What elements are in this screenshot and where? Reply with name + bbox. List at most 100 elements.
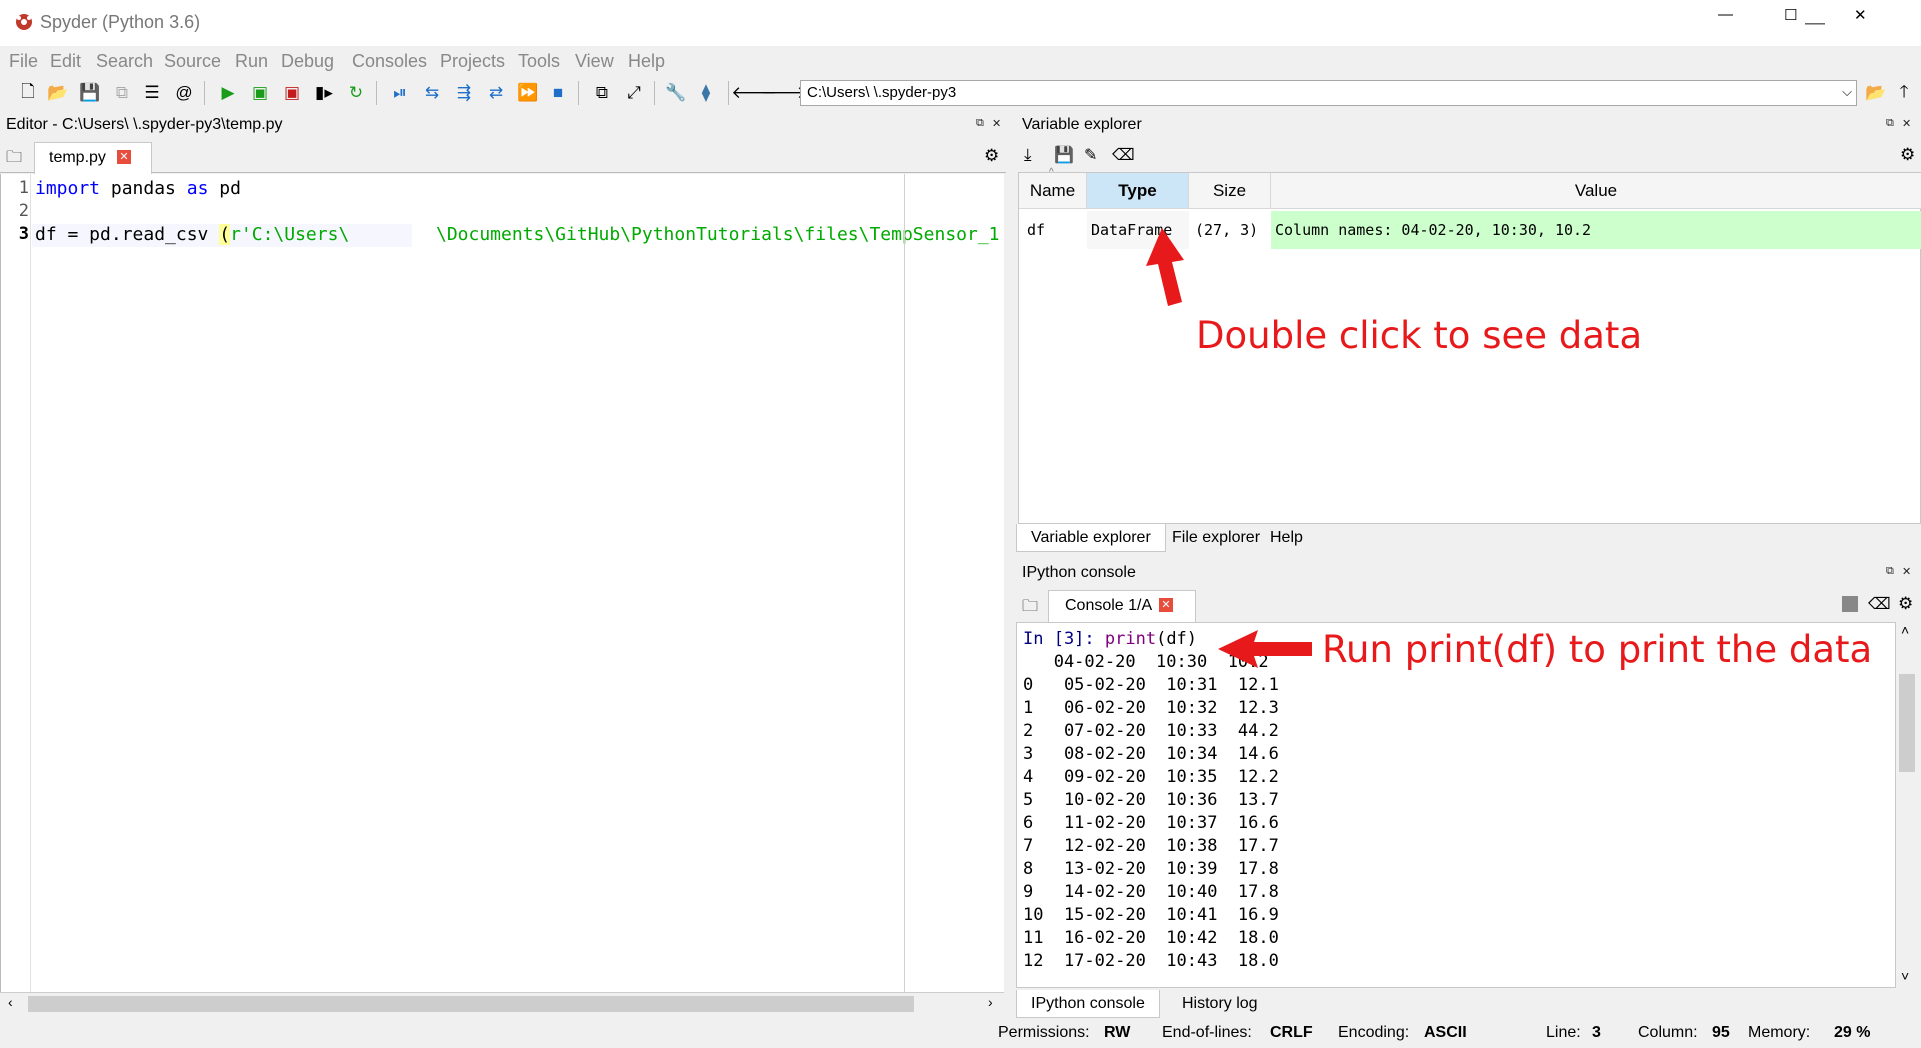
scroll-thumb[interactable]: [1899, 674, 1915, 772]
console-vertical-scrollbar[interactable]: ˄ ˅: [1896, 622, 1918, 988]
tab-ipython-console[interactable]: IPython console: [1016, 990, 1160, 1018]
new-file-icon[interactable]: 🗋: [16, 81, 40, 105]
title-bar: Spyder (Python 3.6) —: [0, 0, 1921, 46]
preferences-icon[interactable]: 🔧: [664, 81, 688, 105]
console-output-line: 3 08-02-20 10:34 14.6: [1023, 744, 1279, 764]
scroll-up-icon[interactable]: ˄: [1901, 622, 1909, 638]
console-output[interactable]: In [3]: print(df) 04-02-20 10:30 10.2 0 0…: [1016, 622, 1896, 988]
maximize-icon[interactable]: ☐: [1784, 6, 1797, 24]
undock-icon[interactable]: ⧉: [1886, 565, 1894, 578]
gear-icon[interactable]: ⚙: [984, 146, 999, 166]
close-pane-icon[interactable]: ✕: [992, 117, 1001, 130]
editor-horizontal-scrollbar[interactable]: ‹ ›: [0, 992, 1004, 1014]
tab-label: temp.py: [49, 149, 106, 166]
scroll-left-icon[interactable]: ‹: [8, 994, 13, 1010]
gear-icon[interactable]: ⚙: [1900, 145, 1915, 165]
menu-consoles[interactable]: Consoles: [352, 51, 427, 72]
menu-file[interactable]: File: [9, 51, 38, 72]
column-header-type[interactable]: Type: [1087, 173, 1189, 209]
forward-arrow-icon[interactable]: 🡒: [761, 81, 807, 105]
save-data-as-icon[interactable]: ✎: [1084, 145, 1097, 165]
gear-icon[interactable]: ⚙: [1898, 594, 1913, 614]
spyder-logo-icon: [16, 14, 32, 30]
close-tab-icon[interactable]: ✕: [117, 150, 131, 164]
close-tab-icon[interactable]: ✕: [1159, 598, 1173, 612]
menu-search[interactable]: Search: [96, 51, 153, 72]
undock-icon[interactable]: ⧉: [1886, 117, 1894, 130]
column-label: Column:: [1638, 1024, 1698, 1041]
annotation-run-print: Run print(df) to print the data: [1322, 628, 1873, 671]
eraser-icon[interactable]: ⌫: [1112, 145, 1135, 165]
console-output-line: 9 14-02-20 10:40 17.8: [1023, 882, 1279, 902]
tab-help[interactable]: Help: [1256, 524, 1317, 552]
column-header-size[interactable]: Size: [1189, 173, 1271, 209]
tab-history-log[interactable]: History log: [1168, 990, 1272, 1018]
parent-directory-icon[interactable]: 🡑: [1892, 81, 1916, 105]
close-pane-icon[interactable]: ✕: [1902, 565, 1911, 578]
undock-icon[interactable]: ⧉: [976, 117, 984, 130]
code-token: pandas: [100, 178, 187, 199]
at-icon[interactable]: @: [172, 81, 196, 105]
line-value: 3: [1592, 1024, 1601, 1041]
run-cell-advance-icon[interactable]: ▣: [280, 81, 304, 105]
close-window-icon[interactable]: ✕: [1854, 6, 1867, 24]
working-directory-input[interactable]: C:\Users\ \.spyder-py3 ⌵: [800, 80, 1857, 106]
browse-tabs-icon[interactable]: ☰: [140, 81, 164, 105]
tab-variable-explorer[interactable]: Variable explorer: [1016, 524, 1166, 552]
console-output-line: 8 13-02-20 10:39 17.8: [1023, 859, 1279, 879]
menu-debug[interactable]: Debug: [281, 51, 334, 72]
minimize-icon[interactable]: —: [1718, 6, 1733, 23]
stop-debug-icon[interactable]: ■: [546, 81, 570, 105]
rerun-icon[interactable]: ↻: [344, 81, 368, 105]
tab-temp-py[interactable]: temp.py ✕: [34, 142, 152, 174]
save-icon[interactable]: 💾: [78, 81, 102, 105]
variable-size-cell[interactable]: (27, 3): [1189, 211, 1271, 249]
eol-value: CRLF: [1270, 1024, 1313, 1041]
browse-tabs-folder-icon[interactable]: 🗀: [6, 146, 22, 173]
menu-source[interactable]: Source: [164, 51, 221, 72]
variable-value-cell[interactable]: Column names: 04-02-20, 10:30, 10.2: [1271, 211, 1921, 249]
maximize-pane-icon[interactable]: ⧉: [590, 81, 614, 105]
scroll-down-icon[interactable]: ˅: [1901, 968, 1909, 984]
browse-tabs-folder-icon[interactable]: 🗀: [1022, 595, 1038, 622]
menu-help[interactable]: Help: [628, 51, 665, 72]
import-data-icon[interactable]: ⤓: [1024, 145, 1032, 165]
open-file-icon[interactable]: 📂: [46, 81, 70, 105]
eraser-icon[interactable]: ⌫: [1868, 594, 1891, 614]
browse-folder-icon[interactable]: 📂: [1864, 81, 1888, 105]
step-return-icon[interactable]: ⇄: [484, 81, 508, 105]
save-data-icon[interactable]: 💾: [1054, 145, 1074, 165]
python-path-icon[interactable]: ⧫: [694, 81, 718, 105]
column-header-value[interactable]: Value: [1271, 173, 1921, 209]
menu-projects[interactable]: Projects: [440, 51, 505, 72]
menu-tools[interactable]: Tools: [518, 51, 560, 72]
run-selection-icon[interactable]: ▮▸: [312, 81, 336, 105]
step-into-icon[interactable]: ⇶: [452, 81, 476, 105]
variable-name-cell[interactable]: df: [1027, 211, 1087, 249]
step-icon[interactable]: ⇆: [420, 81, 444, 105]
menu-run[interactable]: Run: [235, 51, 268, 72]
run-icon[interactable]: ▶: [216, 81, 240, 105]
stop-kernel-icon[interactable]: [1842, 596, 1858, 612]
fullscreen-icon[interactable]: ⤢: [622, 81, 646, 105]
scroll-right-icon[interactable]: ›: [988, 994, 993, 1010]
menu-view[interactable]: View: [575, 51, 614, 72]
pane-splitter[interactable]: [1006, 110, 1016, 1020]
tab-console-1a[interactable]: Console 1/A ✕: [1048, 590, 1196, 622]
code-token: as: [186, 178, 209, 199]
close-pane-icon[interactable]: ✕: [1902, 117, 1911, 130]
memory-value: 29 %: [1834, 1024, 1871, 1041]
console-output-line: 10 15-02-20 10:41 16.9: [1023, 905, 1279, 925]
run-cell-icon[interactable]: ▣: [248, 81, 272, 105]
save-all-icon[interactable]: ⧉: [110, 81, 134, 105]
column-header-name[interactable]: Name: [1019, 173, 1087, 209]
continue-icon[interactable]: ⏩: [516, 81, 540, 105]
debug-icon[interactable]: ⏯: [388, 81, 412, 105]
working-directory-value: C:\Users\ \.spyder-py3: [807, 84, 957, 101]
scroll-thumb[interactable]: [28, 996, 914, 1012]
console-output-line: 5 10-02-20 10:36 13.7: [1023, 790, 1279, 810]
chevron-down-icon[interactable]: ⌵: [1842, 84, 1852, 100]
eol-label: End-of-lines:: [1162, 1024, 1252, 1041]
encoding-label: Encoding:: [1338, 1024, 1410, 1041]
menu-edit[interactable]: Edit: [50, 51, 81, 72]
